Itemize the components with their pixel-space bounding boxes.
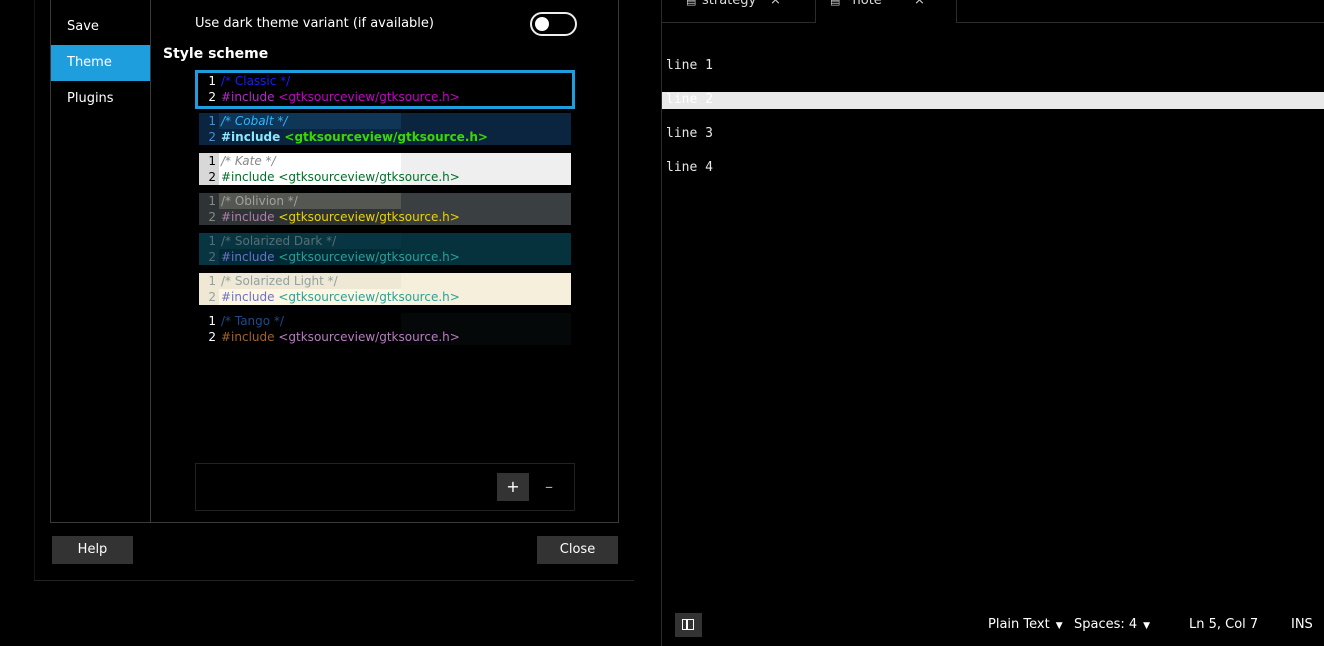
toggle-knob <box>535 17 549 31</box>
scheme-code-line: #include <gtksourceview/gtksource.h> <box>221 129 488 145</box>
side-panel-icon <box>682 619 694 630</box>
dark-theme-toggle[interactable] <box>530 12 577 36</box>
sidebar-divider <box>150 0 151 523</box>
cursor-position[interactable]: Ln 5, Col 7 <box>1189 617 1258 632</box>
scheme-solarized-light[interactable]: 1 2 /* Solarized Light */ #include <gtks… <box>199 273 571 305</box>
line-number: 2 <box>208 250 216 264</box>
tab-bar-divider <box>661 22 1324 23</box>
tab-width-selector[interactable]: Spaces: 4 ▼ <box>1074 617 1150 632</box>
line-number: 1 <box>208 274 216 288</box>
selected-scheme-outline <box>195 70 575 109</box>
dialog-edge <box>34 0 35 581</box>
scheme-comment: /* Oblivion */ <box>221 194 298 208</box>
dialog-edge <box>34 580 634 581</box>
remove-scheme-button[interactable]: – <box>533 473 565 501</box>
language-selector[interactable]: Plain Text ▼ <box>988 617 1063 632</box>
scheme-oblivion[interactable]: 1 2 /* Oblivion */ #include <gtksourcevi… <box>199 193 571 225</box>
current-line-highlight <box>662 92 1324 109</box>
text-line[interactable]: line 1 <box>666 58 713 73</box>
tab-note[interactable]: ▤ *note × <box>815 0 957 23</box>
tab-width-label: Spaces: 4 <box>1074 617 1138 632</box>
scheme-comment: /* Kate */ <box>221 154 276 168</box>
scheme-keyword: #include <box>221 210 275 224</box>
sidebar-item-theme[interactable]: Theme <box>51 45 150 81</box>
line-number: 2 <box>208 130 216 144</box>
line-number: 1 <box>208 194 216 208</box>
scheme-keyword: #include <box>221 330 275 344</box>
line-number: 2 <box>208 170 216 184</box>
scheme-comment: /* Tango */ <box>221 314 284 328</box>
scheme-comment: /* Solarized Light */ <box>221 274 338 288</box>
scheme-cobalt[interactable]: 1 2 /* Cobalt */ #include <gtksourceview… <box>199 113 571 145</box>
tab-strategy[interactable]: ▤ strategy × <box>672 0 812 22</box>
scheme-code-line: #include <gtksourceview/gtksource.h> <box>221 289 460 305</box>
close-tab-icon[interactable]: × <box>914 0 925 8</box>
scheme-kate[interactable]: 1 2 /* Kate */ #include <gtksourceview/g… <box>199 153 571 185</box>
scheme-comment: /* Cobalt */ <box>221 114 288 128</box>
line-number: 2 <box>208 290 216 304</box>
scheme-tango[interactable]: 1 2 /* Tango */ #include <gtksourceview/… <box>199 313 571 345</box>
text-line[interactable]: line 3 <box>666 126 713 141</box>
dark-theme-label: Use dark theme variant (if available) <box>195 16 434 31</box>
sidebar-item-save[interactable]: Save <box>51 9 150 45</box>
line-number: 1 <box>208 314 216 328</box>
chevron-down-icon: ▼ <box>1143 621 1151 631</box>
close-tab-icon[interactable]: × <box>770 0 781 8</box>
scheme-string: <gtksourceview/gtksource.h> <box>278 250 460 264</box>
scheme-string: <gtksourceview/gtksource.h> <box>278 330 460 344</box>
scheme-code-line: #include <gtksourceview/gtksource.h> <box>221 249 460 265</box>
scheme-comment: /* Solarized Dark */ <box>221 234 337 248</box>
tab-label: strategy <box>702 0 757 8</box>
scheme-solarized-dark[interactable]: 1 2 /* Solarized Dark */ #include <gtkso… <box>199 233 571 265</box>
scheme-keyword: #include <box>221 130 281 144</box>
scheme-keyword: #include <box>221 290 275 304</box>
help-button[interactable]: Help <box>52 536 133 564</box>
scheme-code-line: #include <gtksourceview/gtksource.h> <box>221 329 460 345</box>
line-number: 1 <box>208 114 216 128</box>
add-scheme-button[interactable]: + <box>497 473 529 501</box>
scheme-string: <gtksourceview/gtksource.h> <box>278 170 460 184</box>
scheme-keyword: #include <box>221 250 275 264</box>
style-scheme-heading: Style scheme <box>163 46 269 62</box>
document-icon: ▤ <box>686 0 697 7</box>
close-button[interactable]: Close <box>537 536 618 564</box>
sidebar-item-plugins[interactable]: Plugins <box>51 81 150 117</box>
tab-label: *note <box>846 0 882 8</box>
scheme-string: <gtksourceview/gtksource.h> <box>278 290 460 304</box>
text-line[interactable]: line 4 <box>666 160 713 175</box>
line-number: 2 <box>208 210 216 224</box>
line-number: 2 <box>208 330 216 344</box>
scheme-string: <gtksourceview/gtksource.h> <box>278 210 460 224</box>
document-icon: ▤ <box>830 0 841 7</box>
scheme-keyword: #include <box>221 170 275 184</box>
insert-mode: INS <box>1291 617 1313 632</box>
side-panel-icon-bar <box>686 619 688 630</box>
chevron-down-icon: ▼ <box>1055 621 1063 631</box>
scheme-code-line: #include <gtksourceview/gtksource.h> <box>221 169 460 185</box>
scheme-string: <gtksourceview/gtksource.h> <box>284 130 488 144</box>
line-number: 1 <box>208 234 216 248</box>
text-line[interactable]: line 2 <box>666 92 713 107</box>
language-label: Plain Text <box>988 617 1050 632</box>
line-number: 1 <box>208 154 216 168</box>
scheme-code-line: #include <gtksourceview/gtksource.h> <box>221 209 460 225</box>
